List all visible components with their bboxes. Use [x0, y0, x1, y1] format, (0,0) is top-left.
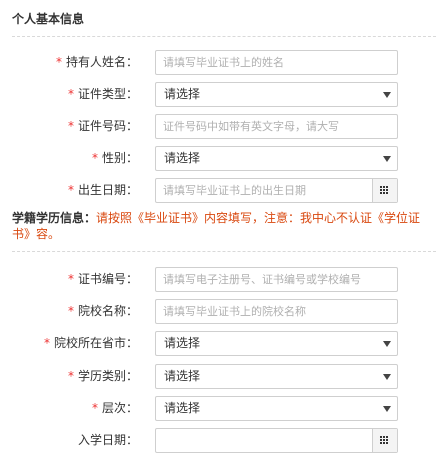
chevron-down-icon	[383, 374, 391, 380]
calendar-icon	[380, 186, 390, 195]
section-title-personal-info: 个人基本信息	[12, 12, 85, 26]
certificate-number-label: * 证书编号：	[67, 272, 138, 286]
id-type-select[interactable]: 请选择	[155, 82, 398, 107]
holder-name-field[interactable]	[155, 50, 398, 75]
row-certificate-number: * 证书编号：	[0, 267, 448, 292]
holder-name-label: * 持有人姓名：	[55, 55, 138, 69]
calendar-icon	[380, 436, 390, 445]
school-province-label: * 院校所在省市：	[43, 336, 138, 350]
id-number-label: * 证件号码：	[67, 119, 138, 133]
row-education-type: * 学历类别： 请选择	[0, 364, 448, 389]
gender-select[interactable]: 请选择	[155, 146, 398, 171]
id-number-input[interactable]	[156, 115, 391, 138]
calendar-button[interactable]	[372, 179, 397, 202]
level-value: 请选择	[164, 401, 201, 415]
certificate-number-field[interactable]	[155, 267, 398, 292]
section-divider	[12, 36, 436, 37]
level-label: * 层次：	[91, 401, 138, 415]
school-province-select[interactable]: 请选择	[155, 331, 398, 356]
academic-info-notice: 学籍学历信息：请按照《毕业证书》内容填写，注意：我中心不认证《学位证书》容。	[12, 210, 438, 242]
education-type-select[interactable]: 请选择	[155, 364, 398, 389]
row-holder-name: * 持有人姓名：	[0, 50, 448, 75]
education-type-label: * 学历类别：	[67, 369, 138, 383]
school-province-value: 请选择	[164, 336, 201, 350]
level-select[interactable]: 请选择	[155, 396, 398, 421]
row-school-province: * 院校所在省市： 请选择	[0, 331, 448, 356]
education-type-value: 请选择	[164, 369, 201, 383]
school-name-label: * 院校名称：	[67, 304, 138, 318]
birth-date-label: * 出生日期：	[67, 183, 138, 197]
row-id-type: * 证件类型： 请选择	[0, 82, 448, 107]
gender-value: 请选择	[164, 151, 201, 165]
school-name-input[interactable]	[156, 300, 391, 323]
chevron-down-icon	[383, 341, 391, 347]
id-type-label: * 证件类型：	[67, 87, 138, 101]
id-type-value: 请选择	[164, 87, 201, 101]
row-level: * 层次： 请选择	[0, 396, 448, 421]
certificate-number-input[interactable]	[156, 268, 391, 291]
section-divider	[12, 251, 436, 252]
enrollment-date-label: 入学日期：	[77, 433, 138, 447]
birth-date-input[interactable]	[156, 179, 368, 202]
chevron-down-icon	[383, 406, 391, 412]
chevron-down-icon	[383, 156, 391, 162]
enrollment-date-input[interactable]	[156, 429, 368, 452]
id-number-field[interactable]	[155, 114, 398, 139]
row-school-name: * 院校名称：	[0, 299, 448, 324]
row-gender: * 性别： 请选择	[0, 146, 448, 171]
row-enrollment-date: 入学日期：	[0, 428, 448, 453]
enrollment-date-field[interactable]	[155, 428, 398, 453]
holder-name-input[interactable]	[156, 51, 391, 74]
birth-date-field[interactable]	[155, 178, 398, 203]
chevron-down-icon	[383, 92, 391, 98]
notice-heading: 学籍学历信息：	[12, 211, 97, 225]
school-name-field[interactable]	[155, 299, 398, 324]
row-id-number: * 证件号码：	[0, 114, 448, 139]
calendar-button[interactable]	[372, 429, 397, 452]
gender-label: * 性别：	[91, 151, 138, 165]
row-birth-date: * 出生日期：	[0, 178, 448, 203]
